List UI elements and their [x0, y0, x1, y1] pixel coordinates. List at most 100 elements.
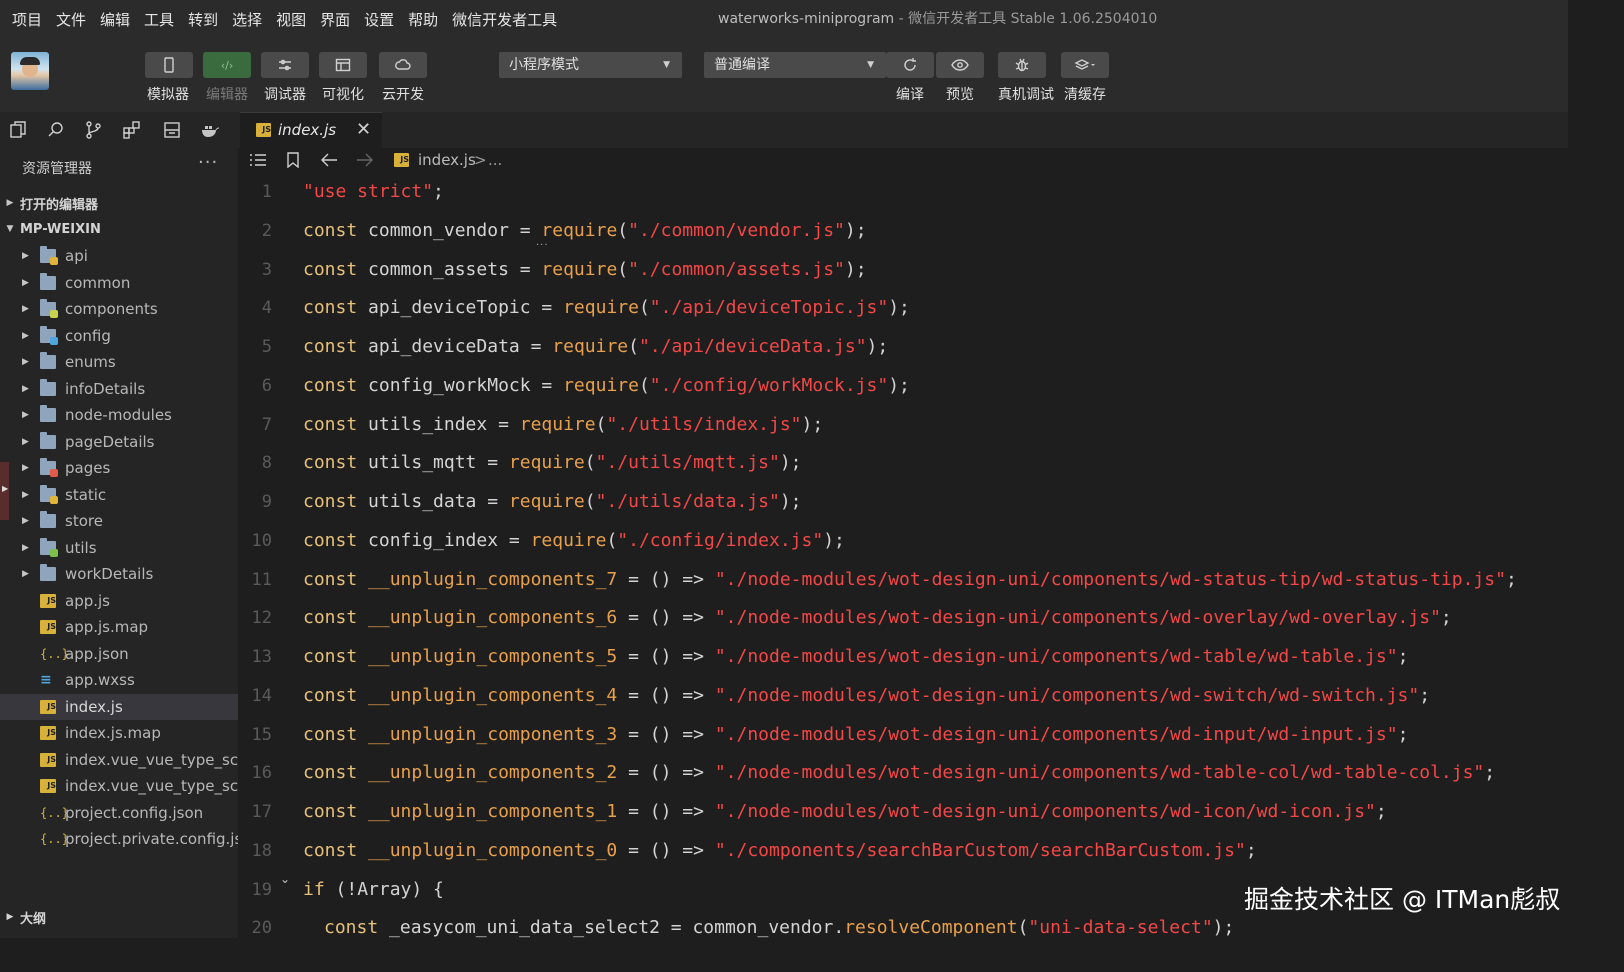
file-item[interactable]: JS index.js [0, 693, 238, 720]
simulator-icon [145, 52, 193, 78]
breadcrumb-file[interactable]: index.js [418, 151, 476, 169]
folder-item[interactable]: ▶ api [0, 243, 238, 269]
code-token: const [303, 258, 358, 280]
files-icon[interactable] [8, 120, 28, 140]
file-item[interactable]: JS app.js.map [0, 614, 238, 640]
code-token: __unplugin_components_4 [357, 684, 618, 706]
search-icon[interactable] [46, 120, 66, 140]
file-item[interactable]: JS index.vue_vue_type_scr... [0, 747, 238, 773]
extensions-icon[interactable] [122, 120, 142, 140]
chevron-right-icon: ▶ [2, 484, 9, 493]
folder-item[interactable]: ▶ components [0, 296, 238, 322]
real-debug-button[interactable]: 真机调试 [998, 52, 1054, 104]
code-token: ( [628, 336, 639, 357]
folder-icon [40, 378, 56, 396]
arrow-left-icon[interactable] [320, 152, 338, 168]
menu-item[interactable]: 视图 [276, 9, 306, 30]
arrow-right-icon[interactable] [356, 152, 374, 168]
file-item[interactable]: ≡ app.wxss [0, 667, 238, 693]
chevron-right-icon: ▶ [22, 330, 29, 341]
folder-item[interactable]: ▶ config [0, 323, 238, 349]
code-token: "./node-modules/wot-design-uni/component… [714, 646, 1398, 667]
file-item[interactable]: JS app.js [0, 588, 238, 614]
simulator-button[interactable]: 模拟器 [145, 52, 193, 104]
file-item[interactable]: {..} project.config.json [0, 800, 238, 826]
source-control-icon[interactable] [84, 120, 104, 140]
outline-section[interactable]: ▶ 大纲 [0, 904, 238, 930]
folder-icon [40, 405, 56, 422]
folder-item[interactable]: ▶ common [0, 270, 238, 296]
compile-mode-select[interactable]: 普通编译 ▼ [704, 52, 886, 78]
code-editor[interactable]: 1 "use strict"; 2 const common_vendor = req… [238, 174, 1568, 938]
line-number: 6 [261, 375, 272, 396]
folder-item[interactable]: ▶ enums [0, 349, 238, 375]
menu-item[interactable]: 界面 [320, 9, 350, 30]
line-number: 11 [251, 569, 272, 590]
menu-item[interactable]: 设置 [364, 9, 394, 30]
file-item[interactable]: {..} app.json [0, 641, 238, 667]
debugger-button[interactable]: 调试器 [261, 52, 309, 104]
chevron-right-icon: ▶ [22, 410, 29, 420]
close-icon[interactable]: ✕ [356, 119, 371, 140]
code-token: = () => [617, 723, 715, 745]
code-text: const utils_data = require("./utils/data… [303, 484, 802, 520]
menu-item[interactable]: 工具 [144, 9, 174, 30]
open-editors-section[interactable]: ▶ 打开的编辑器 [0, 190, 238, 216]
cloud-button[interactable]: 云开发 [379, 52, 427, 104]
more-icon[interactable]: ··· [198, 152, 218, 173]
menu-item[interactable]: 选择 [232, 9, 262, 30]
menu-item[interactable]: 微信开发者工具 [452, 9, 557, 30]
folder-item[interactable]: ▶ workDetails [0, 561, 238, 587]
clear-cache-button[interactable]: 清缓存 [1061, 52, 1109, 104]
code-token: "./node-modules/wot-design-uni/component… [714, 801, 1376, 822]
code-token: "./api/deviceData.js" [638, 336, 867, 357]
fold-chevron-icon[interactable]: ⌄ [280, 872, 290, 886]
mode-select[interactable]: 小程序模式 ▼ [499, 52, 682, 78]
folder-item[interactable]: ▶ pages [0, 455, 238, 481]
code-token: require [530, 529, 607, 551]
editor-tab-bar [238, 112, 1568, 148]
preview-button[interactable]: 预览 [936, 52, 984, 104]
file-item[interactable]: JS index.vue_vue_type_scr... [0, 773, 238, 799]
folder-item[interactable]: ▶ store [0, 508, 238, 534]
avatar[interactable] [11, 52, 49, 90]
breadcrumb-more[interactable]: ... [488, 151, 502, 169]
folder-item[interactable]: ▶ node-modules [0, 402, 238, 428]
line-number: 17 [251, 802, 272, 822]
folder-item[interactable]: ▶ utils [0, 535, 238, 561]
project-section[interactable]: ▼ MP-WEIXIN [0, 216, 238, 242]
menu-item[interactable]: 文件 [56, 9, 86, 30]
real-debug-label: 真机调试 [998, 87, 1054, 103]
editor-button[interactable]: ‹/› 编辑器 [203, 52, 251, 104]
storage-icon[interactable] [162, 120, 182, 140]
folder-item[interactable]: ▶ infoDetails [0, 376, 238, 402]
file-item[interactable]: JS index.js.map [0, 720, 238, 746]
menu-item[interactable]: 转到 [188, 9, 218, 30]
code-token: const [324, 917, 379, 939]
code-token: ); [844, 219, 867, 241]
folder-item[interactable]: ▶ static [0, 482, 238, 508]
compile-button[interactable]: 编译 [886, 52, 934, 104]
menu-item[interactable]: 项目 [12, 9, 42, 30]
code-text: const config_index = require("./config/i… [303, 523, 845, 559]
folder-item[interactable]: ▶ pageDetails [0, 429, 238, 455]
menu-item[interactable]: 帮助 [408, 9, 438, 30]
code-token: const [303, 491, 358, 512]
menu-item[interactable]: 编辑 [100, 9, 130, 30]
line-number: 5 [261, 337, 272, 357]
collapse-handle[interactable]: ▶ [0, 462, 9, 520]
list-icon[interactable] [249, 152, 267, 168]
folder-icon [40, 431, 56, 449]
tab-index-js[interactable]: JS index.js ✕ [240, 112, 382, 148]
line-number: 10 [251, 530, 272, 551]
visual-button[interactable]: 可视化 [319, 52, 367, 104]
file-item[interactable]: {..} project.private.config.js... [0, 826, 238, 852]
code-token: ); [888, 374, 910, 396]
folder-icon [40, 246, 58, 265]
code-token: const [303, 684, 358, 706]
code-text: const common_assets = require("./common/… [303, 252, 867, 288]
code-token: "uni-data-select" [1028, 917, 1213, 939]
bookmark-icon[interactable] [286, 152, 300, 168]
tree-item-label: enums [65, 353, 116, 371]
docker-icon[interactable] [200, 120, 220, 140]
